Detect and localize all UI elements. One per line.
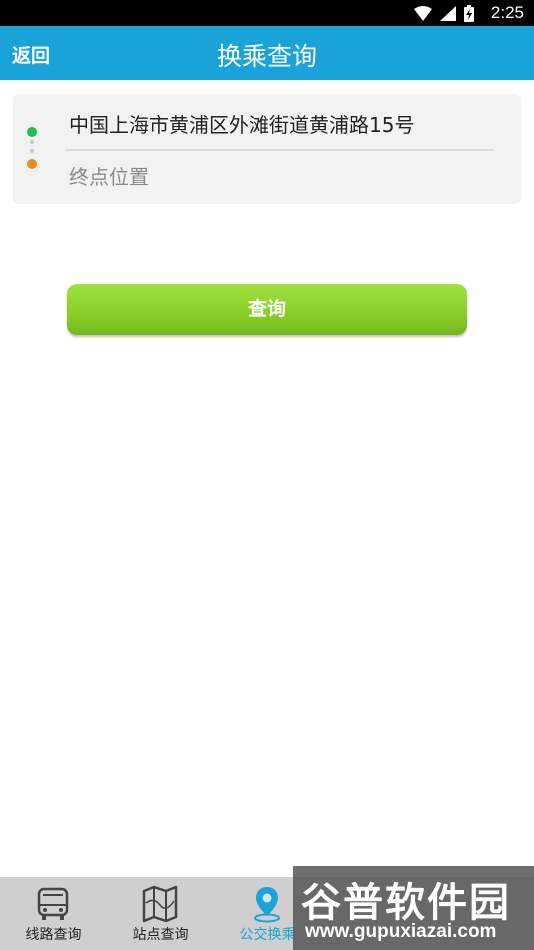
watermark-logo-text: 谷普软件园 (301, 880, 511, 926)
nav-item-station-query[interactable]: 站点查询 (107, 877, 214, 950)
nav-label-route-query: 线路查询 (25, 927, 82, 943)
status-time: 2:25 (490, 3, 524, 22)
start-location-field[interactable]: 中国上海市黄浦区外滩街道黄浦路15号 (69, 106, 493, 144)
bus-icon (37, 887, 69, 920)
nav-label-station-query: 站点查询 (132, 927, 189, 943)
nav-item-route-query[interactable]: 线路查询 (0, 877, 107, 950)
end-dot-icon (27, 159, 37, 169)
signal-icon (440, 5, 456, 21)
query-button[interactable]: 查询 (67, 284, 467, 335)
watermark-overlay: 谷普软件园 www.gupuxiazai.com (293, 866, 534, 950)
status-icons (414, 4, 474, 22)
status-bar: 2:25 (0, 0, 534, 26)
map-icon (142, 885, 178, 923)
location-pin-icon (254, 887, 280, 923)
page-title: 换乘查询 (216, 42, 317, 71)
connector-dot-icon (30, 140, 34, 144)
field-divider (65, 149, 494, 151)
connector-dot-icon (30, 149, 34, 153)
end-location-field[interactable]: 终点位置 (69, 158, 493, 196)
wifi-icon (414, 5, 432, 21)
battery-charging-icon (464, 4, 474, 22)
route-input-box: 中国上海市黄浦区外滩街道黄浦路15号 终点位置 (13, 94, 521, 204)
start-dot-icon (27, 127, 37, 137)
watermark-url: www.gupuxiazai.com (305, 921, 497, 942)
title-bar: 返回 换乘查询 (0, 26, 534, 80)
